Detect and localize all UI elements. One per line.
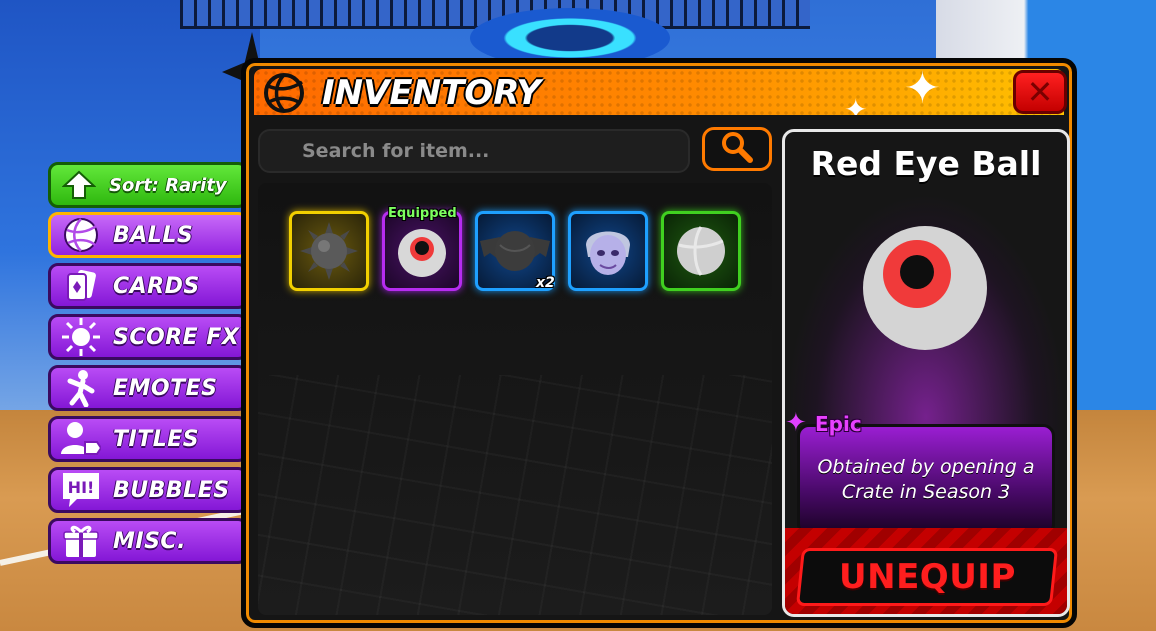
search-input[interactable] [260, 131, 688, 171]
menu-item-label: CARDS [113, 273, 200, 299]
menu-item-score-fx[interactable]: SCORE FX [48, 314, 248, 360]
search-button[interactable] [702, 127, 772, 171]
gift-icon [61, 521, 101, 561]
unequip-button[interactable]: UNEQUIP [795, 548, 1059, 606]
white-ball-icon [677, 226, 725, 276]
inventory-slot[interactable] [289, 211, 369, 291]
inventory-panel: INVENTORY ✦ ✦ ✕ Equipped x2 [241, 58, 1077, 628]
menu-item-balls[interactable]: BALLS [48, 212, 248, 258]
bat-wing-ball-icon [480, 231, 550, 271]
menu-item-misc[interactable]: MISC. [48, 518, 248, 564]
search-icon [719, 130, 755, 168]
panel-header: INVENTORY ✦ ✦ [254, 69, 1064, 115]
inventory-slot-equipped[interactable] [382, 211, 462, 291]
inventory-slot[interactable] [661, 211, 741, 291]
unequip-label: UNEQUIP [838, 557, 1016, 597]
rarity-label: Epic [815, 412, 862, 436]
sparkle-icon: ✦ [844, 93, 868, 115]
menu-item-label: EMOTES [113, 375, 218, 401]
menu-item-label: TITLES [113, 426, 200, 452]
sparkle-icon: ✦ [785, 408, 807, 438]
item-description: Obtained by opening a Crate in Season 3 [817, 456, 1035, 503]
svg-text:HI!: HI! [68, 478, 95, 497]
ghost-face-ball-icon [586, 231, 630, 275]
dance-icon [61, 368, 101, 408]
panel-title: INVENTORY [322, 73, 541, 113]
menu-item-emotes[interactable]: EMOTES [48, 365, 248, 411]
item-title: Red Eye Ball [810, 144, 1042, 183]
user-tag-icon [61, 419, 101, 459]
menu-item-titles[interactable]: TITLES [48, 416, 248, 462]
menu-item-label: MISC. [113, 528, 186, 554]
equipped-label: Equipped [388, 206, 457, 221]
sort-label: Sort: Rarity [109, 174, 227, 196]
cards-icon [61, 266, 101, 306]
item-description-box: Obtained by opening a Crate in Season 3 [797, 424, 1055, 536]
close-button[interactable]: ✕ [1013, 70, 1067, 114]
quantity-label: x2 [536, 275, 555, 291]
sparkle-icon: ✦ [904, 69, 941, 114]
close-icon: ✕ [1026, 73, 1054, 111]
red-eye-ball-icon [398, 229, 446, 277]
inventory-slot[interactable] [568, 211, 648, 291]
volleyball-icon [61, 215, 101, 255]
menu-item-cards[interactable]: CARDS [48, 263, 248, 309]
burst-icon [61, 317, 101, 357]
volleyball-icon [260, 71, 308, 115]
menu-item-label: BALLS [113, 222, 194, 248]
search-box [258, 129, 690, 173]
spiked-ball-icon [300, 222, 358, 280]
menu-item-label: SCORE FX [113, 324, 240, 350]
chat-bubble-icon: HI! [61, 470, 101, 510]
red-eye-ball-preview [863, 226, 987, 350]
menu-item-label: BUBBLES [113, 477, 230, 503]
item-detail-panel: Red Eye Ball Obtained by opening a Crate… [782, 129, 1070, 617]
menu-item-bubbles[interactable]: HI! BUBBLES [48, 467, 248, 513]
arrow-up-icon [59, 165, 99, 205]
sort-button[interactable]: Sort: Rarity [48, 162, 248, 208]
